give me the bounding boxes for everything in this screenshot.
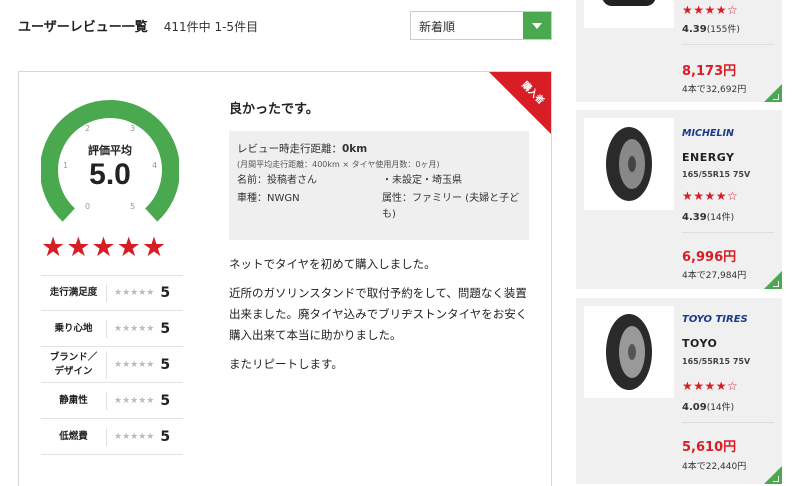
score-name: 乗り心地 bbox=[41, 319, 107, 338]
score-name: ブランド／デザイン bbox=[41, 350, 107, 379]
product-stars: ★★★★☆ bbox=[682, 3, 739, 17]
product-score: 4.39(14件) bbox=[682, 210, 734, 223]
page-title: ユーザーレビュー一覧 bbox=[18, 20, 148, 35]
product-review-count: (14件) bbox=[706, 213, 735, 223]
arrow-icon bbox=[773, 94, 779, 100]
product-set-price: 4本で27,984円 bbox=[682, 271, 747, 281]
product-card[interactable]: ★★★★☆ 4.39(155件) 8,173円 4本で32,692円 bbox=[576, 0, 782, 102]
reviewer-info: 名前：投稿者さん ・未設定・埼玉県 車種：NWGN 属性：ファミリー (夫婦と子… bbox=[237, 173, 521, 223]
reviewer-attribute: 属性：ファミリー (夫婦と子ども) bbox=[382, 193, 520, 220]
distance-value: 0km bbox=[342, 143, 368, 155]
product-set-price: 4本で22,440円 bbox=[682, 462, 747, 472]
reviewer-car: 車種：NWGN bbox=[237, 193, 300, 204]
score-value: 5 bbox=[160, 428, 171, 445]
score-row: 低燃費 ★★★★★ 5 bbox=[41, 419, 183, 455]
product-score-value: 4.09 bbox=[682, 402, 707, 413]
reviewer-name: 名前：投稿者さん bbox=[237, 175, 317, 186]
brand-logo: TOYO TIRES bbox=[682, 314, 748, 325]
product-size: 165/55R15 75V bbox=[682, 357, 751, 366]
overall-stars: ★★★★★ bbox=[41, 232, 168, 263]
result-count: 411件中 1-5件目 bbox=[163, 20, 259, 34]
distance-label: レビュー時走行距離： bbox=[237, 143, 342, 155]
gauge-tick: 5 bbox=[130, 202, 136, 211]
product-score: 4.39(155件) bbox=[682, 22, 740, 35]
product-price: 8,173円 bbox=[682, 64, 737, 79]
arrow-icon bbox=[773, 476, 779, 482]
score-row: 静粛性 ★★★★★ 5 bbox=[41, 383, 183, 419]
score-table: 走行満足度 ★★★★★ 5 乗り心地 ★★★★★ 5 ブランド／デザイン ★★★… bbox=[41, 275, 183, 455]
product-review-count: (155件) bbox=[706, 25, 740, 35]
score-row: 乗り心地 ★★★★★ 5 bbox=[41, 311, 183, 347]
review-paragraph: ネットでタイヤを初めて購入しました。 bbox=[229, 257, 436, 271]
score-name: 低燃費 bbox=[41, 427, 107, 446]
score-stars: ★★★★★ bbox=[114, 323, 155, 334]
tire-image bbox=[584, 306, 674, 398]
review-meta-box: レビュー時走行距離：0km (月間平均走行距離：400km × タイヤ使用月数：… bbox=[229, 131, 529, 240]
tire-image bbox=[584, 0, 674, 28]
gauge-tick: 0 bbox=[85, 202, 91, 211]
score-value: 5 bbox=[160, 285, 171, 301]
sort-selected-label: 新着順 bbox=[419, 20, 456, 34]
product-score: 4.09(14件) bbox=[682, 400, 734, 413]
arrow-icon bbox=[773, 281, 779, 287]
product-size: 165/55R15 75V bbox=[682, 170, 751, 179]
product-card[interactable]: TOYO TIRES TOYO 165/55R15 75V ★★★★☆ 4.09… bbox=[576, 298, 782, 484]
review-paragraph: またリピートします。 bbox=[229, 357, 343, 371]
review-paragraph: 近所のガソリンスタンドで取付予約をして、問題なく装置出来ました。廃タイヤ込みでブ… bbox=[229, 286, 528, 342]
rating-gauge: 0 1 2 3 4 5 評価平均 5.0 bbox=[40, 98, 180, 228]
divider bbox=[682, 422, 774, 423]
score-name: 静粛性 bbox=[41, 391, 107, 410]
overall-label: 評価平均 bbox=[88, 144, 132, 157]
review-distance: レビュー時走行距離：0km bbox=[237, 141, 521, 156]
score-name: 走行満足度 bbox=[41, 284, 107, 302]
product-price: 5,610円 bbox=[682, 440, 737, 455]
sort-dropdown-button[interactable] bbox=[523, 12, 551, 39]
overall-score: 5.0 bbox=[89, 158, 131, 191]
product-score-value: 4.39 bbox=[682, 212, 707, 223]
product-stars: ★★★★☆ bbox=[682, 189, 739, 203]
divider bbox=[682, 44, 774, 45]
score-row: 走行満足度 ★★★★★ 5 bbox=[41, 275, 183, 311]
score-value: 5 bbox=[160, 392, 171, 409]
product-set-price: 4本で32,692円 bbox=[682, 85, 747, 95]
product-review-count: (14件) bbox=[706, 403, 735, 413]
monthly-distance: (月間平均走行距離：400km × タイヤ使用月数：0ヶ月) bbox=[237, 160, 440, 169]
score-value: 5 bbox=[160, 356, 171, 373]
product-card[interactable]: MICHELIN ENERGY 165/55R15 75V ★★★★☆ 4.39… bbox=[576, 110, 782, 289]
sort-select[interactable]: 新着順 bbox=[410, 11, 552, 40]
score-stars: ★★★★★ bbox=[114, 431, 155, 442]
chevron-down-icon bbox=[532, 23, 542, 29]
review-title: 良かったです。 bbox=[229, 102, 319, 117]
tire-image bbox=[584, 118, 674, 210]
score-stars: ★★★★★ bbox=[114, 395, 155, 406]
tire-icon bbox=[606, 314, 652, 390]
tire-icon bbox=[606, 127, 652, 201]
review-body: ネットでタイヤを初めて購入しました。 近所のガソリンスタンドで取付予約をして、問… bbox=[229, 254, 529, 383]
divider bbox=[682, 232, 774, 233]
score-stars: ★★★★★ bbox=[114, 359, 155, 370]
score-value: 5 bbox=[160, 320, 171, 337]
product-name: ENERGY bbox=[682, 151, 735, 164]
score-row: ブランド／デザイン ★★★★★ 5 bbox=[41, 347, 183, 383]
product-score-value: 4.39 bbox=[682, 24, 707, 35]
product-name: TOYO bbox=[682, 337, 718, 350]
brand-logo: MICHELIN bbox=[682, 128, 734, 139]
tire-icon bbox=[602, 0, 656, 6]
score-stars: ★★★★★ bbox=[114, 288, 155, 298]
product-price: 6,996円 bbox=[682, 250, 737, 265]
product-stars: ★★★★☆ bbox=[682, 379, 739, 393]
review-card: 購入者 0 1 2 3 4 5 評価平均 5.0 ★★★★★ 走行満足度 ★★★… bbox=[18, 71, 552, 486]
review-list-header: ユーザーレビュー一覧 411件中 1-5件目 bbox=[18, 16, 258, 38]
gauge-tick: 2 bbox=[85, 124, 91, 133]
gauge-tick: 3 bbox=[130, 124, 136, 133]
reviewer-region: ・未設定・埼玉県 bbox=[382, 175, 462, 186]
